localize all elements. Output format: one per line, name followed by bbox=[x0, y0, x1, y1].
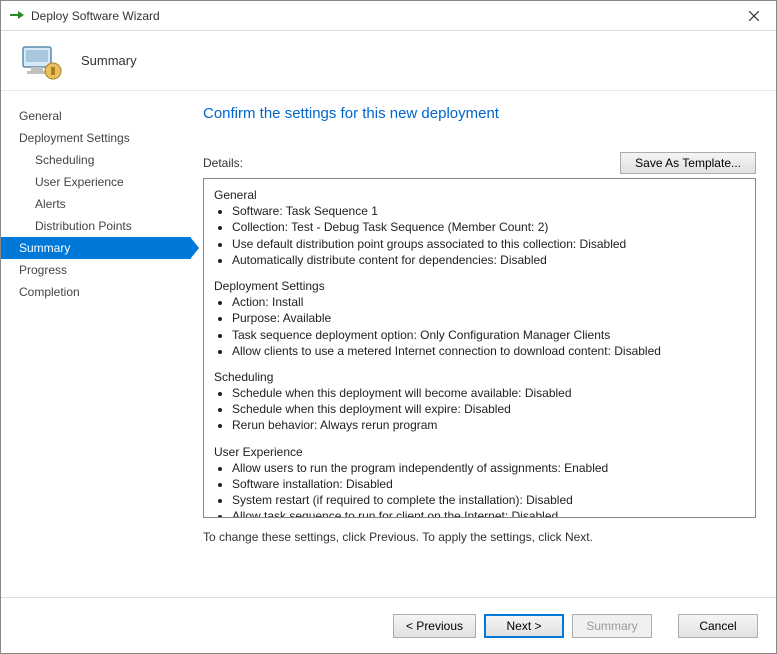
details-list-item: Schedule when this deployment will expir… bbox=[232, 401, 745, 417]
details-group-title: User Experience bbox=[214, 444, 745, 460]
save-as-template-button[interactable]: Save As Template... bbox=[620, 152, 756, 174]
sidebar-item-scheduling[interactable]: Scheduling bbox=[19, 149, 191, 171]
details-list-item: System restart (if required to complete … bbox=[232, 492, 745, 508]
footer-hint: To change these settings, click Previous… bbox=[203, 530, 756, 544]
step-name: Summary bbox=[81, 53, 137, 68]
details-list-item: Software installation: Disabled bbox=[232, 476, 745, 492]
details-header-row: Details: Save As Template... bbox=[203, 152, 756, 174]
details-label: Details: bbox=[203, 156, 620, 170]
details-box[interactable]: GeneralSoftware: Task Sequence 1Collecti… bbox=[203, 178, 756, 518]
summary-button: Summary bbox=[572, 614, 652, 638]
titlebar: Deploy Software Wizard bbox=[1, 1, 776, 31]
details-list-item: Allow users to run the program independe… bbox=[232, 460, 745, 476]
sidebar: GeneralDeployment SettingsSchedulingUser… bbox=[1, 91, 191, 597]
window-title: Deploy Software Wizard bbox=[31, 9, 731, 23]
details-list: Action: InstallPurpose: AvailableTask se… bbox=[232, 294, 745, 359]
sidebar-item-completion[interactable]: Completion bbox=[19, 281, 191, 303]
close-button[interactable] bbox=[731, 1, 776, 31]
details-group-title: Deployment Settings bbox=[214, 278, 745, 294]
cancel-button[interactable]: Cancel bbox=[678, 614, 758, 638]
sidebar-item-deployment-settings[interactable]: Deployment Settings bbox=[19, 127, 191, 149]
app-icon bbox=[9, 8, 25, 24]
sidebar-item-user-experience[interactable]: User Experience bbox=[19, 171, 191, 193]
details-list: Schedule when this deployment will becom… bbox=[232, 385, 745, 434]
details-group: SchedulingSchedule when this deployment … bbox=[214, 369, 745, 434]
details-list-item: Task sequence deployment option: Only Co… bbox=[232, 327, 745, 343]
details-group: User ExperienceAllow users to run the pr… bbox=[214, 444, 745, 518]
wizard-icon bbox=[17, 37, 65, 85]
details-list: Software: Task Sequence 1Collection: Tes… bbox=[232, 203, 745, 268]
next-button[interactable]: Next > bbox=[484, 614, 564, 638]
page-heading: Confirm the settings for this new deploy… bbox=[203, 105, 756, 122]
details-list-item: Action: Install bbox=[232, 294, 745, 310]
details-list-item: Allow clients to use a metered Internet … bbox=[232, 343, 745, 359]
details-list: Allow users to run the program independe… bbox=[232, 460, 745, 518]
content-pane: Confirm the settings for this new deploy… bbox=[191, 91, 776, 597]
sidebar-item-general[interactable]: General bbox=[19, 105, 191, 127]
previous-button[interactable]: < Previous bbox=[393, 614, 476, 638]
details-list-item: Automatically distribute content for dep… bbox=[232, 252, 745, 268]
details-list-item: Allow task sequence to run for client on… bbox=[232, 508, 745, 518]
details-list-item: Rerun behavior: Always rerun program bbox=[232, 417, 745, 433]
sidebar-item-progress[interactable]: Progress bbox=[19, 259, 191, 281]
details-group: Deployment SettingsAction: InstallPurpos… bbox=[214, 278, 745, 359]
body: GeneralDeployment SettingsSchedulingUser… bbox=[1, 91, 776, 597]
button-bar: < Previous Next > Summary Cancel bbox=[1, 597, 776, 653]
details-list-item: Purpose: Available bbox=[232, 310, 745, 326]
details-group: GeneralSoftware: Task Sequence 1Collecti… bbox=[214, 187, 745, 268]
details-list-item: Software: Task Sequence 1 bbox=[232, 203, 745, 219]
details-list-item: Collection: Test - Debug Task Sequence (… bbox=[232, 219, 745, 235]
header-band: Summary bbox=[1, 31, 776, 91]
sidebar-item-summary[interactable]: Summary bbox=[1, 237, 191, 259]
details-group-title: General bbox=[214, 187, 745, 203]
details-group-title: Scheduling bbox=[214, 369, 745, 385]
details-list-item: Schedule when this deployment will becom… bbox=[232, 385, 745, 401]
details-list-item: Use default distribution point groups as… bbox=[232, 236, 745, 252]
sidebar-item-distribution-points[interactable]: Distribution Points bbox=[19, 215, 191, 237]
sidebar-item-alerts[interactable]: Alerts bbox=[19, 193, 191, 215]
